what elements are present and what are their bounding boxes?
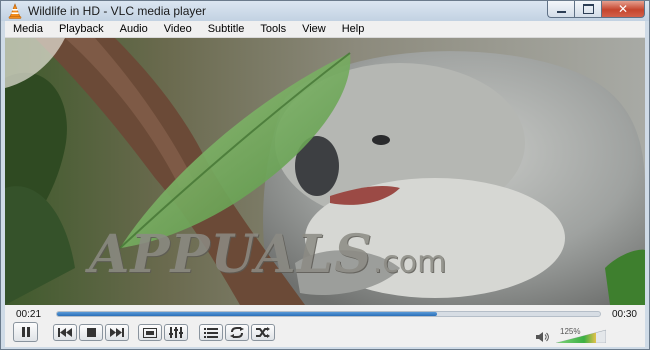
- seek-bar-fill: [57, 312, 438, 316]
- window-controls: ✕: [547, 1, 645, 18]
- extended-settings-icon: [169, 327, 183, 338]
- shuffle-icon: [256, 327, 270, 338]
- maximize-button[interactable]: [574, 1, 601, 18]
- shuffle-button[interactable]: [251, 324, 275, 341]
- previous-icon: [58, 328, 72, 337]
- minimize-icon: [556, 11, 566, 13]
- controls-bar: 00:21 00:30 125%: [5, 305, 645, 347]
- fullscreen-button[interactable]: [138, 324, 162, 341]
- loop-button[interactable]: [225, 324, 249, 341]
- pause-icon: [21, 327, 30, 337]
- title-bar[interactable]: Wildlife in HD - VLC media player ✕: [1, 1, 649, 21]
- speaker-icon[interactable]: [536, 332, 549, 342]
- loop-icon: [230, 327, 244, 338]
- window-title: Wildlife in HD - VLC media player: [28, 4, 207, 18]
- watermark-suffix: .com: [372, 245, 447, 280]
- previous-button[interactable]: [53, 324, 77, 341]
- seek-bar[interactable]: [56, 311, 601, 317]
- stop-icon: [86, 328, 96, 337]
- stop-button[interactable]: [79, 324, 103, 341]
- menu-bar: Media Playback Audio Video Subtitle Tool…: [5, 21, 645, 38]
- fullscreen-icon: [143, 327, 157, 338]
- close-button[interactable]: ✕: [601, 1, 645, 18]
- menu-media[interactable]: Media: [5, 21, 51, 37]
- watermark-text: APPUALS: [89, 224, 373, 285]
- extended-settings-button[interactable]: [164, 324, 188, 341]
- menu-subtitle[interactable]: Subtitle: [200, 21, 253, 37]
- close-icon: ✕: [617, 2, 629, 16]
- volume-slider[interactable]: [556, 329, 606, 343]
- pause-button[interactable]: [13, 322, 38, 342]
- next-button[interactable]: [105, 324, 129, 341]
- video-area[interactable]: APPUALS.com: [5, 38, 645, 305]
- total-time: 00:30: [611, 309, 637, 320]
- menu-video[interactable]: Video: [156, 21, 200, 37]
- next-icon: [110, 328, 124, 337]
- elapsed-time: 00:21: [16, 309, 42, 320]
- menu-help[interactable]: Help: [334, 21, 373, 37]
- playlist-icon: [204, 327, 218, 338]
- vlc-window: Wildlife in HD - VLC media player ✕ Medi…: [0, 0, 650, 350]
- playlist-button[interactable]: [199, 324, 223, 341]
- menu-audio[interactable]: Audio: [112, 21, 156, 37]
- vlc-cone-icon: [8, 3, 22, 19]
- watermark: APPUALS.com: [89, 224, 446, 285]
- minimize-button[interactable]: [547, 1, 574, 18]
- maximize-icon: [582, 4, 594, 14]
- menu-tools[interactable]: Tools: [252, 21, 294, 37]
- menu-playback[interactable]: Playback: [51, 21, 112, 37]
- menu-view[interactable]: View: [294, 21, 334, 37]
